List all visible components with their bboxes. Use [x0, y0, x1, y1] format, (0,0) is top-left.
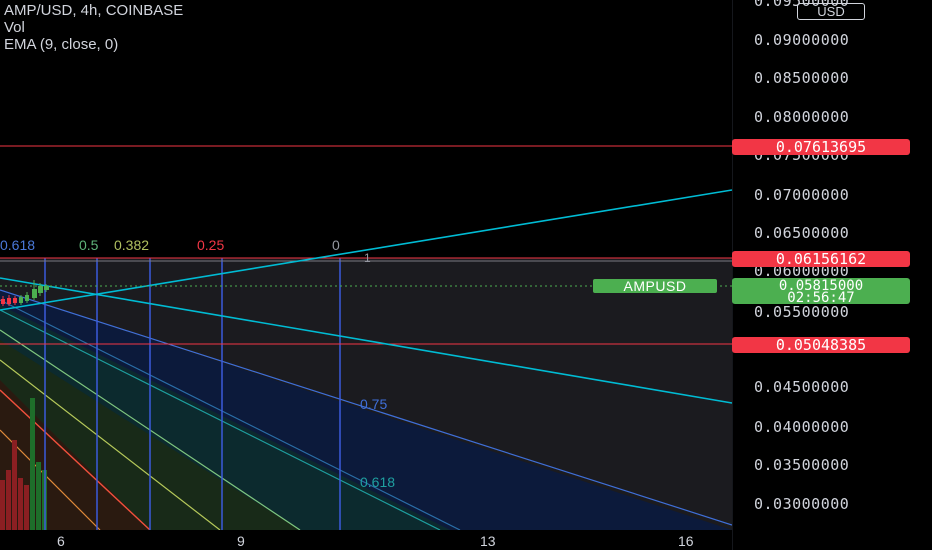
current-symbol-tag: AMPUSD	[593, 279, 717, 293]
fan-label-0618: 0.618	[360, 474, 395, 490]
price-tick: 0.03500000	[754, 456, 849, 474]
level-price-tag: 0.07613695	[732, 139, 910, 155]
current-price-tag: 0.05815000 02:56:47	[732, 278, 910, 306]
chart-plot-area[interactable]: 0.618 0.5 0.382 0.25 0 1 0.75 0.618 6 9 …	[0, 0, 732, 550]
price-tick: 0.08000000	[754, 108, 849, 126]
level-price-tag: 0.05048385	[732, 337, 910, 353]
volume-bar	[18, 478, 23, 530]
volume-bar	[24, 485, 29, 530]
time-axis[interactable]	[0, 530, 732, 550]
fan-label-075: 0.75	[360, 396, 387, 412]
level-price-tag: 0.06156162	[732, 251, 910, 267]
currency-selector[interactable]: USD	[797, 3, 865, 20]
volume-bar	[36, 462, 41, 530]
time-tick: 13	[480, 533, 496, 549]
fib-label-0: 0	[332, 237, 340, 253]
price-tick: 0.07000000	[754, 186, 849, 204]
time-tick: 16	[678, 533, 694, 549]
time-tick: 6	[57, 533, 65, 549]
volume-bar	[6, 470, 11, 530]
price-tick: 0.04000000	[754, 418, 849, 436]
fib-label-0382: 0.382	[114, 237, 149, 253]
symbol-title[interactable]: AMP/USD, 4h, COINBASE	[4, 2, 183, 19]
price-axis[interactable]: 0.09500000 0.09000000 0.08500000 0.08000…	[732, 0, 932, 550]
volume-bar	[12, 440, 17, 530]
price-tick: 0.06500000	[754, 224, 849, 242]
fib-label-025: 0.25	[197, 237, 224, 253]
price-tick: 0.08500000	[754, 69, 849, 87]
volume-bar	[0, 480, 5, 530]
price-tick: 0.09000000	[754, 31, 849, 49]
time-tick: 9	[237, 533, 245, 549]
volume-indicator-label[interactable]: Vol	[4, 19, 183, 36]
price-tick: 0.03000000	[754, 495, 849, 513]
chart-legend: AMP/USD, 4h, COINBASE Vol EMA (9, close,…	[4, 2, 183, 53]
fib-label-0618: 0.618	[0, 237, 35, 253]
ema-indicator-label[interactable]: EMA (9, close, 0)	[4, 36, 183, 53]
fib-label-05: 0.5	[79, 237, 99, 253]
bar-countdown: 02:56:47	[787, 290, 855, 306]
fib-line-label: 1	[364, 251, 371, 265]
price-tick: 0.04500000	[754, 378, 849, 396]
volume-bar	[30, 398, 35, 530]
